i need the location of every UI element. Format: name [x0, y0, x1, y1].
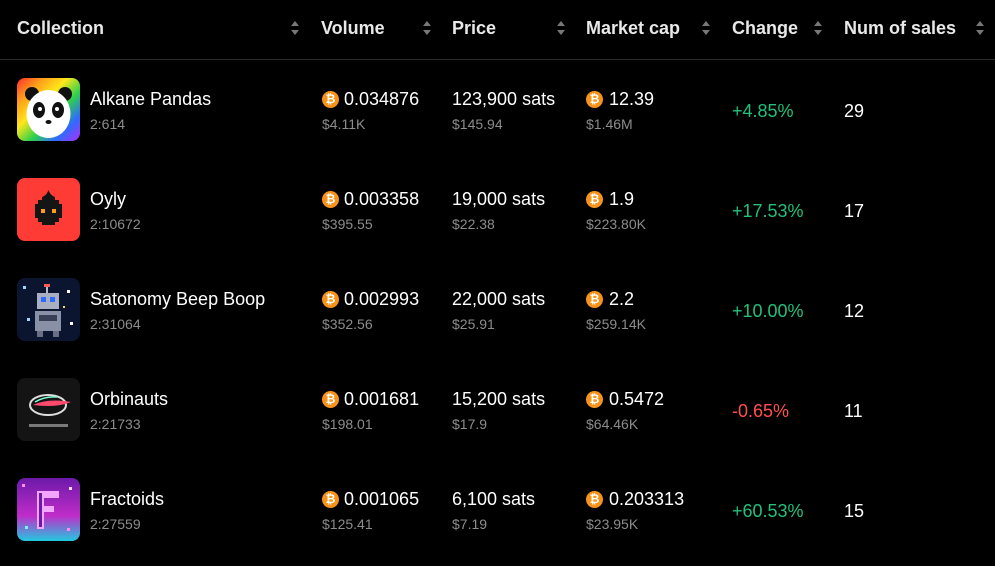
price-usd: $22.38	[452, 216, 495, 232]
collection-name[interactable]: Alkane Pandas	[90, 89, 211, 110]
collection-id: 2:31064	[90, 316, 141, 332]
sort-icon[interactable]	[557, 21, 565, 35]
price-sats: 6,100 sats	[452, 489, 536, 509]
price-usd: $145.94	[452, 116, 503, 132]
bitcoin-icon: ₿	[586, 91, 603, 108]
price-usd: $17.9	[452, 416, 488, 432]
market-cap-usd: $23.95K	[586, 516, 639, 532]
collection-thumbnail	[17, 378, 80, 441]
market-cap-btc: 0.203313	[609, 489, 685, 509]
change-value: +60.53%	[732, 501, 804, 521]
bitcoin-icon: ₿	[322, 491, 339, 508]
table-row[interactable]: Alkane Pandas 2:614 ₿ 0.034876 $4.11K 12…	[0, 60, 995, 160]
panda-icon	[17, 78, 80, 141]
change-value: +10.00%	[732, 301, 804, 321]
collection-id: 2:614	[90, 116, 126, 132]
collection-thumbnail	[17, 478, 80, 541]
market-cap-btc: 1.9	[609, 189, 635, 209]
bitcoin-icon: ₿	[322, 291, 339, 308]
price-sats: 22,000 sats	[452, 289, 546, 309]
price-sats: 123,900 sats	[452, 89, 556, 109]
sort-icon[interactable]	[423, 21, 431, 35]
table-row[interactable]: Oyly 2:10672 ₿ 0.003358 $395.55 19,000 s…	[0, 160, 995, 260]
collection-name[interactable]: Oyly	[90, 189, 126, 210]
column-header-collection[interactable]: Collection	[17, 18, 104, 39]
collection-thumbnail	[17, 178, 80, 241]
sort-icon[interactable]	[291, 21, 299, 35]
price-sats: 15,200 sats	[452, 389, 546, 409]
volume-btc: 0.003358	[344, 189, 420, 209]
num-of-sales: 17	[844, 201, 865, 221]
collection-name[interactable]: Fractoids	[90, 489, 164, 510]
num-of-sales: 12	[844, 301, 865, 321]
collection-name[interactable]: Orbinauts	[90, 389, 168, 410]
market-cap-btc: 2.2	[609, 289, 635, 309]
column-header-num-of-sales[interactable]: Num of sales	[844, 18, 956, 39]
volume-usd: $125.41	[322, 516, 373, 532]
bitcoin-icon: ₿	[322, 191, 339, 208]
market-cap-usd: $259.14K	[586, 316, 646, 332]
letter-f-icon	[17, 478, 80, 541]
oil-drop-icon	[17, 178, 80, 241]
collection-thumbnail	[17, 278, 80, 341]
num-of-sales: 15	[844, 501, 865, 521]
num-of-sales: 29	[844, 101, 865, 121]
bitcoin-icon: ₿	[322, 91, 339, 108]
column-header-market-cap[interactable]: Market cap	[586, 18, 680, 39]
table-row[interactable]: Fractoids 2:27559 ₿ 0.001065 $125.41 6,1…	[0, 460, 995, 560]
column-header-price[interactable]: Price	[452, 18, 496, 39]
price-sats: 19,000 sats	[452, 189, 546, 209]
volume-usd: $352.56	[322, 316, 373, 332]
column-header-change[interactable]: Change	[732, 18, 798, 39]
collection-thumbnail	[17, 78, 80, 141]
num-of-sales: 11	[844, 401, 863, 421]
volume-usd: $4.11K	[322, 116, 366, 132]
bitcoin-icon: ₿	[586, 391, 603, 408]
bitcoin-icon: ₿	[322, 391, 339, 408]
robot-icon	[17, 278, 80, 341]
bitcoin-icon: ₿	[586, 491, 603, 508]
collection-id: 2:21733	[90, 416, 141, 432]
collection-name[interactable]: Satonomy Beep Boop	[90, 289, 265, 310]
market-cap-usd: $223.80K	[586, 216, 646, 232]
change-value: +17.53%	[732, 201, 804, 221]
volume-btc: 0.034876	[344, 89, 420, 109]
market-cap-usd: $1.46M	[586, 116, 633, 132]
collection-id: 2:27559	[90, 516, 141, 532]
sort-icon[interactable]	[814, 21, 822, 35]
bitcoin-icon: ₿	[586, 191, 603, 208]
price-usd: $7.19	[452, 516, 488, 532]
volume-usd: $395.55	[322, 216, 373, 232]
orb-icon	[17, 378, 80, 441]
table-row[interactable]: Orbinauts 2:21733 ₿ 0.001681 $198.01 15,…	[0, 360, 995, 460]
price-usd: $25.91	[452, 316, 495, 332]
market-cap-btc: 12.39	[609, 89, 655, 109]
sort-icon[interactable]	[702, 21, 710, 35]
bitcoin-icon: ₿	[586, 291, 603, 308]
volume-usd: $198.01	[322, 416, 373, 432]
sort-icon[interactable]	[976, 21, 984, 35]
table-header: Collection Volume Price Market cap Chang…	[0, 0, 995, 60]
change-value: -0.65%	[732, 401, 790, 421]
volume-btc: 0.002993	[344, 289, 420, 309]
table-row[interactable]: Satonomy Beep Boop 2:31064 ₿ 0.002993 $3…	[0, 260, 995, 360]
market-cap-btc: 0.5472	[609, 389, 665, 409]
collection-id: 2:10672	[90, 216, 141, 232]
column-header-volume[interactable]: Volume	[321, 18, 385, 39]
market-cap-usd: $64.46K	[586, 416, 639, 432]
change-value: +4.85%	[732, 101, 794, 121]
volume-btc: 0.001681	[344, 389, 420, 409]
volume-btc: 0.001065	[344, 489, 420, 509]
